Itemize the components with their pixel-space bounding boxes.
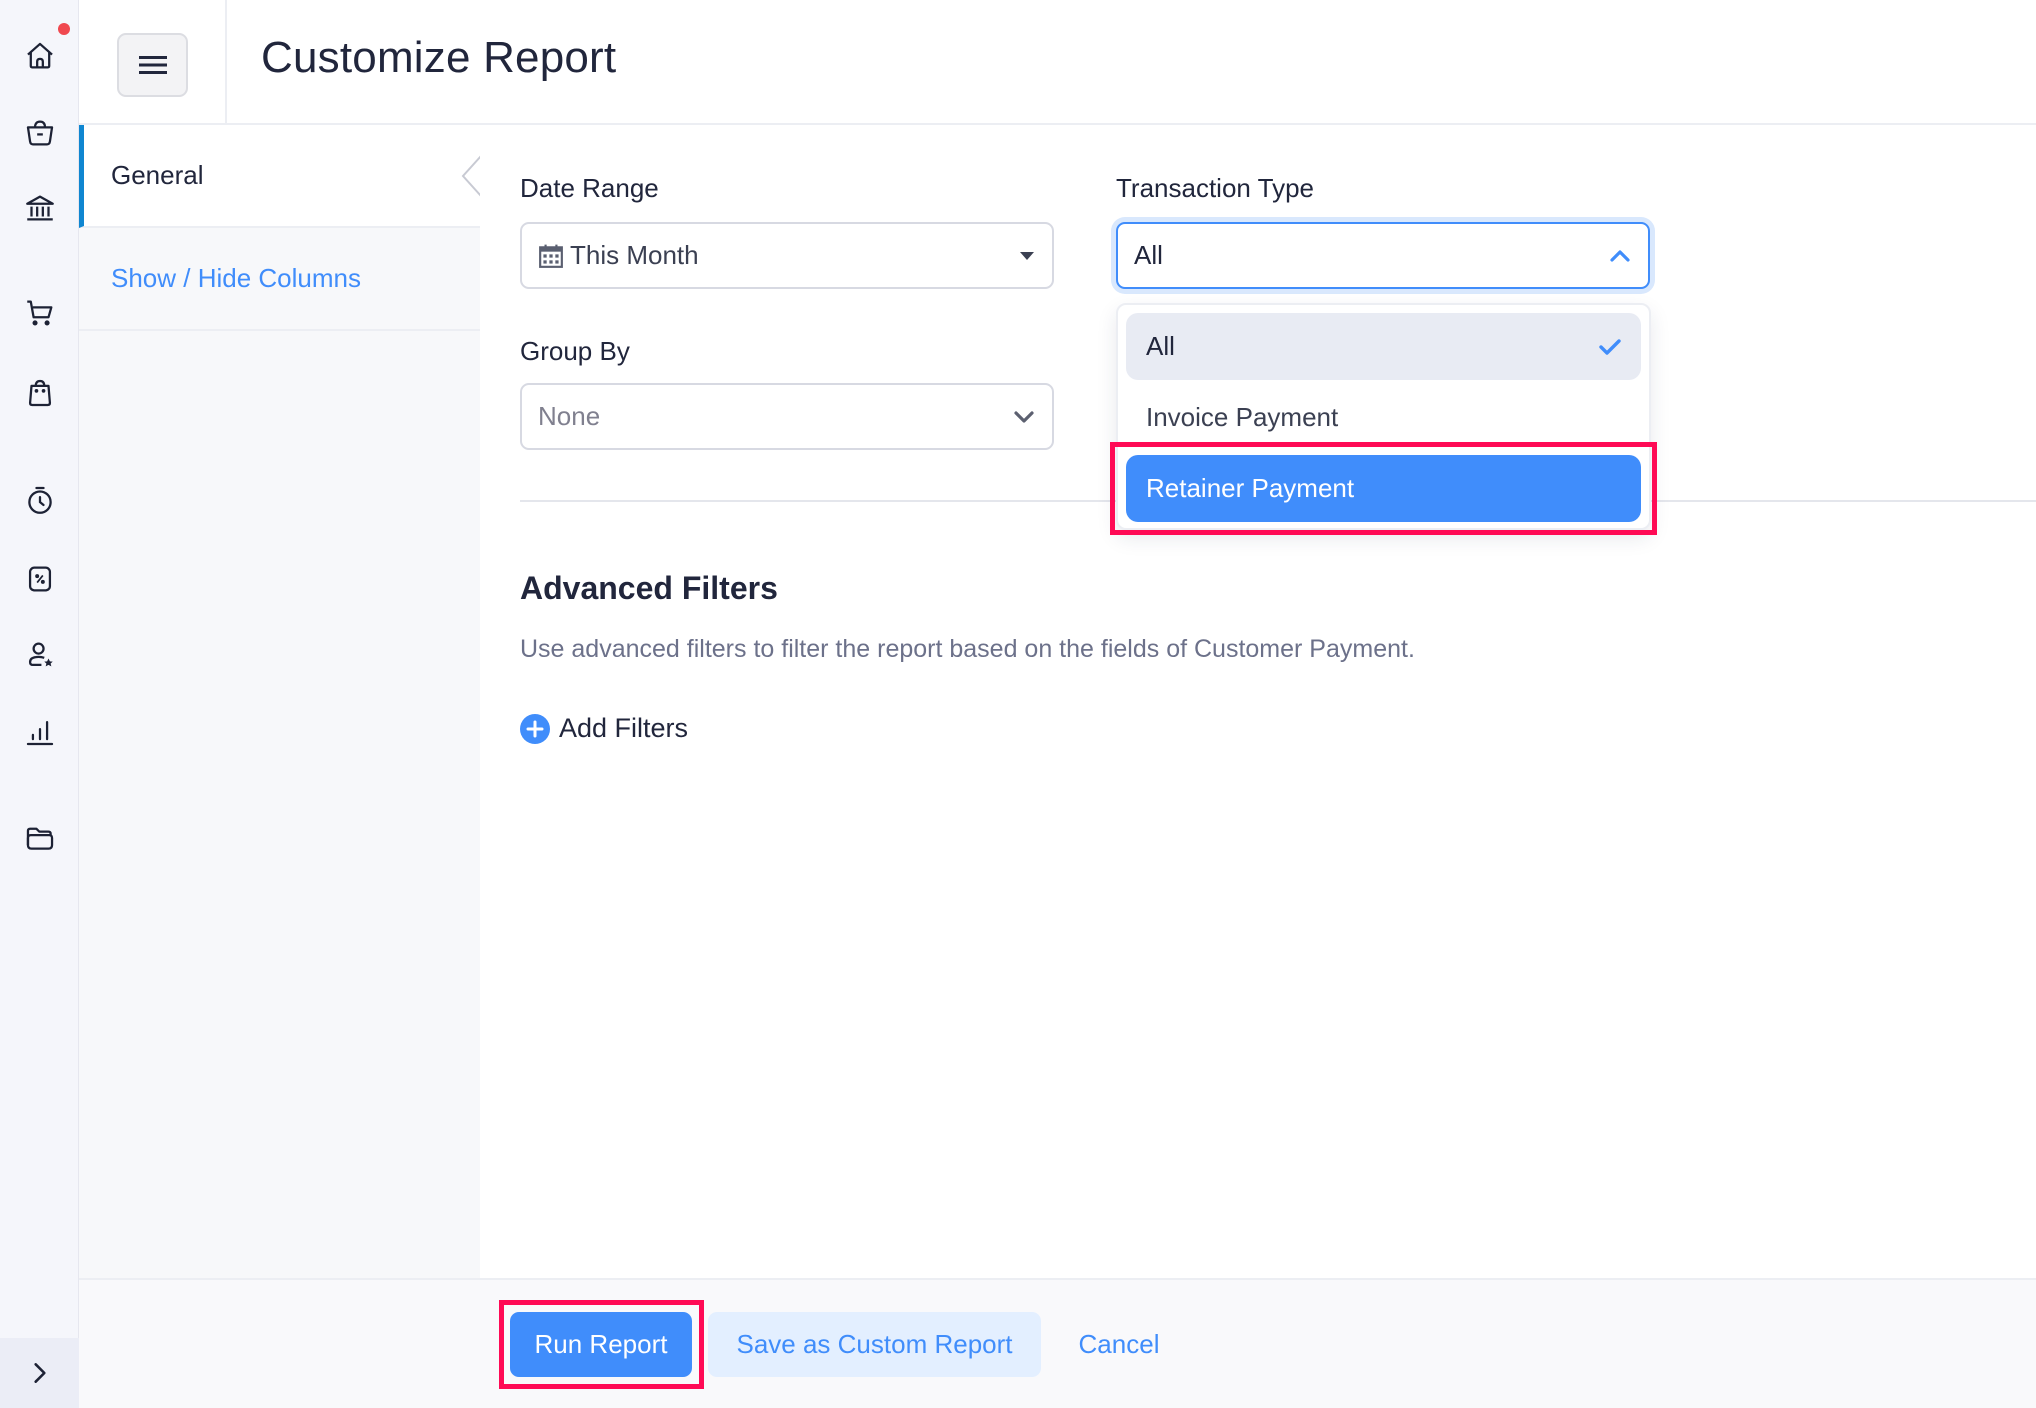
timer-icon[interactable] xyxy=(22,482,58,518)
home-icon[interactable] xyxy=(22,38,58,74)
calendar-icon xyxy=(539,244,563,268)
cancel-button[interactable]: Cancel xyxy=(1054,1312,1184,1377)
date-range-select[interactable]: This Month xyxy=(520,222,1054,289)
option-label: Invoice Payment xyxy=(1146,402,1339,432)
page-header: Customize Report xyxy=(79,0,2036,125)
chevron-up-icon xyxy=(1610,249,1630,262)
transaction-type-value: All xyxy=(1134,240,1163,270)
settings-nav: General Show / Hide Columns xyxy=(79,125,485,1278)
option-label: All xyxy=(1146,331,1175,361)
group-by-label: Group By xyxy=(520,336,630,366)
notification-dot xyxy=(58,23,70,35)
group-by-select[interactable]: None xyxy=(520,383,1054,450)
advanced-filters-title: Advanced Filters xyxy=(520,570,778,606)
nav-item-label: Show / Hide Columns xyxy=(111,263,361,293)
advanced-filters-description: Use advanced filters to filter the repor… xyxy=(520,635,1415,663)
chevron-down-icon xyxy=(1014,410,1034,423)
option-retainer-payment[interactable]: Retainer Payment xyxy=(1126,455,1641,522)
folder-icon[interactable] xyxy=(22,820,58,856)
group-by-value: None xyxy=(538,401,601,431)
footer-actions: Run Report Save as Custom Report Cancel xyxy=(79,1278,2036,1408)
date-range-value: This Month xyxy=(570,240,699,270)
option-label: Retainer Payment xyxy=(1146,473,1355,503)
report-options-form: Date Range This Month Transaction Type A… xyxy=(480,125,2036,1278)
page-title: Customize Report xyxy=(261,33,617,82)
app-icon-rail xyxy=(0,0,79,1408)
shopping-bag-icon[interactable] xyxy=(22,375,58,411)
bar-chart-icon[interactable] xyxy=(22,714,58,750)
expand-sidebar-button[interactable] xyxy=(0,1338,79,1408)
option-all[interactable]: All xyxy=(1126,313,1641,380)
percent-tag-icon[interactable] xyxy=(22,561,58,597)
transaction-type-select[interactable]: All xyxy=(1116,222,1650,289)
nav-item-general[interactable]: General xyxy=(79,125,480,228)
menu-toggle-button[interactable] xyxy=(117,33,188,97)
chevron-right-icon xyxy=(33,1363,46,1383)
transaction-type-label: Transaction Type xyxy=(1116,173,1314,203)
caret-down-icon xyxy=(1020,251,1034,260)
transaction-type-options: All Invoice Payment Retainer Payment xyxy=(1116,303,1651,530)
date-range-label: Date Range xyxy=(520,173,659,203)
hamburger-icon xyxy=(138,56,167,74)
cart-icon[interactable] xyxy=(22,295,58,331)
header-divider xyxy=(225,0,227,125)
add-filters-button[interactable]: Add Filters xyxy=(520,713,688,744)
save-custom-report-button[interactable]: Save as Custom Report xyxy=(708,1312,1041,1377)
option-invoice-payment[interactable]: Invoice Payment xyxy=(1126,384,1641,451)
add-filters-label: Add Filters xyxy=(559,713,689,743)
user-star-icon[interactable] xyxy=(22,637,58,673)
run-report-button[interactable]: Run Report xyxy=(510,1312,692,1377)
bank-icon[interactable] xyxy=(22,190,58,226)
nav-item-label: General xyxy=(111,160,204,190)
nav-item-show-hide-columns[interactable]: Show / Hide Columns xyxy=(79,228,480,331)
check-icon xyxy=(1599,338,1621,355)
basket-icon[interactable] xyxy=(22,115,58,151)
plus-circle-icon xyxy=(520,713,550,744)
